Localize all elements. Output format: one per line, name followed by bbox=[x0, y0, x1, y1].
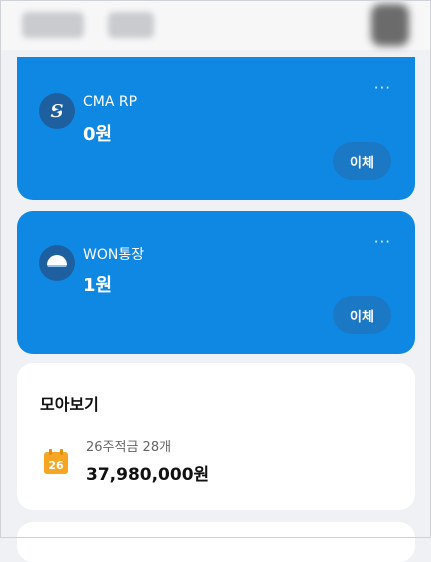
woori-logo-icon bbox=[39, 245, 75, 281]
more-options-button[interactable]: ··· bbox=[374, 235, 391, 250]
calendar-icon: 26 bbox=[43, 449, 69, 475]
transfer-button[interactable]: 이체 bbox=[333, 142, 391, 180]
transfer-button[interactable]: 이체 bbox=[333, 296, 391, 334]
shinhan-logo-icon: S bbox=[39, 93, 75, 129]
account-name: CMA RP bbox=[83, 94, 138, 110]
account-card-won[interactable]: ··· WON통장 1원 이체 bbox=[17, 211, 415, 354]
summary-card: 모아보기 26 26주적금 28개 37,980,000원 bbox=[17, 363, 415, 510]
account-name: WON통장 bbox=[83, 247, 145, 263]
redacted-tab[interactable] bbox=[22, 12, 84, 38]
calendar-day: 26 bbox=[48, 459, 64, 472]
savings-label: 26주적금 28개 bbox=[86, 440, 172, 455]
account-balance: 1원 bbox=[83, 275, 113, 296]
summary-title: 모아보기 bbox=[40, 395, 99, 414]
savings-amount: 37,980,000원 bbox=[86, 465, 210, 485]
more-options-button[interactable]: ··· bbox=[374, 81, 391, 96]
account-balance: 0원 bbox=[83, 124, 113, 145]
account-card-cma-rp[interactable]: ··· S CMA RP 0원 이체 bbox=[17, 57, 415, 200]
redacted-tab[interactable] bbox=[108, 12, 154, 38]
next-section-card bbox=[17, 522, 415, 562]
top-bar bbox=[0, 0, 431, 50]
avatar[interactable] bbox=[371, 4, 409, 46]
